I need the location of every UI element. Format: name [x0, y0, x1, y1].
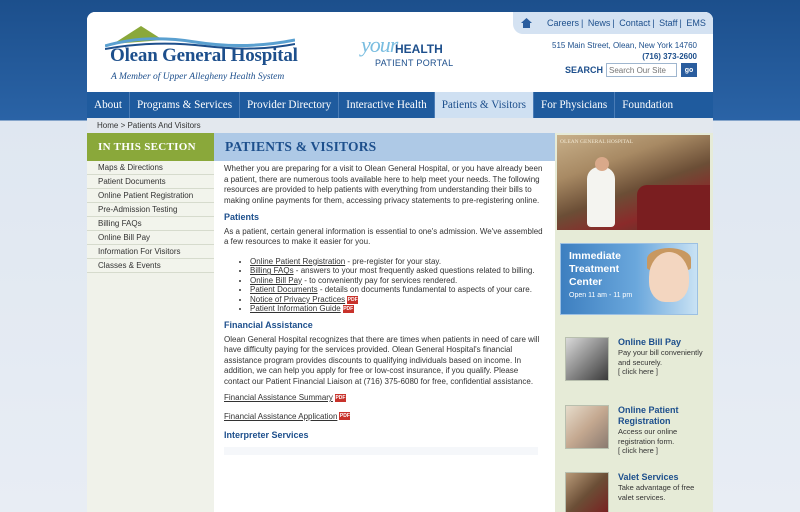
list-item: Online Bill Pay - to conveniently pay fo…: [250, 276, 545, 286]
sidebar-item-online-registration[interactable]: Online Patient Registration: [87, 189, 214, 203]
click-here-link[interactable]: [ click here ]: [618, 446, 658, 455]
news-link[interactable]: News: [588, 18, 611, 28]
search-input[interactable]: [606, 63, 677, 77]
valet-thumbnail: [565, 472, 609, 512]
nav-patients-visitors[interactable]: Patients & Visitors: [434, 92, 534, 118]
sidebar-item-billing-faqs[interactable]: Billing FAQs: [87, 217, 214, 231]
photo-sign-text: OLEAN GENERAL HOSPITAL: [560, 139, 633, 145]
ems-link[interactable]: EMS: [686, 18, 706, 28]
fa-summary-row: Financial Assistance Summary PDF: [224, 393, 545, 404]
utility-links: Careers | News | Contact | Staff | EMS: [547, 18, 706, 28]
pdf-icon[interactable]: PDF: [339, 412, 351, 421]
patient-documents-link[interactable]: Patient Documents: [250, 285, 318, 294]
list-item: Patient Information GuidePDF: [250, 304, 545, 314]
receptionist-thumbnail: [565, 405, 609, 449]
search-label: SEARCH: [564, 65, 603, 75]
promo-text: Take advantage of free valet services.: [618, 483, 695, 502]
interpreter-box: [224, 446, 538, 455]
hospital-entrance-photo: OLEAN GENERAL HOSPITAL: [557, 135, 710, 230]
patients-paragraph: As a patient, certain general informatio…: [224, 226, 543, 247]
list-item: Billing FAQs - answers to your most freq…: [250, 266, 545, 276]
keyboard-thumbnail: [565, 337, 609, 381]
main-content: PATIENTS & VISITORS Whether you are prep…: [214, 133, 555, 512]
nav-foundation[interactable]: Foundation: [615, 92, 680, 118]
promo-valet[interactable]: Valet Services Take advantage of free va…: [565, 472, 710, 512]
hospital-logo[interactable]: Olean General Hospital A Member of Upper…: [105, 20, 298, 88]
nav-programs-services[interactable]: Programs & Services: [130, 92, 241, 118]
search-go-button[interactable]: go: [681, 63, 697, 77]
nav-interactive-health[interactable]: Interactive Health: [339, 92, 435, 118]
patient-info-guide-link[interactable]: Patient Information Guide: [250, 304, 341, 313]
person-shape: [587, 167, 615, 227]
online-bill-pay-link[interactable]: Online Bill Pay: [250, 276, 302, 285]
promo-title: Online Bill Pay: [618, 337, 682, 347]
sidebar-item-maps[interactable]: Maps & Directions: [87, 161, 214, 175]
right-column: OLEAN GENERAL HOSPITAL Immediate Treatme…: [555, 133, 713, 512]
fa-summary-link[interactable]: Financial Assistance Summary: [224, 393, 333, 402]
street-address: 515 Main Street, Olean, New York 14760: [552, 41, 697, 50]
privacy-practices-link[interactable]: Notice of Privacy Practices: [250, 295, 345, 304]
nav-provider-directory[interactable]: Provider Directory: [240, 92, 340, 118]
pdf-icon[interactable]: PDF: [334, 393, 346, 402]
staff-link[interactable]: Staff: [659, 18, 677, 28]
sidebar-item-classes[interactable]: Classes & Events: [87, 259, 214, 273]
logo-title: Olean General Hospital: [110, 45, 298, 66]
car-shape: [637, 185, 710, 230]
logo-subtitle: A Member of Upper Allegheny Health Syste…: [111, 72, 285, 82]
sidebar-item-pre-admission[interactable]: Pre-Admission Testing: [87, 203, 214, 217]
address-block: 515 Main Street, Olean, New York 14760 (…: [552, 40, 697, 62]
portal-subtitle: PATIENT PORTAL: [375, 58, 454, 68]
main-nav: About Programs & Services Provider Direc…: [87, 92, 713, 118]
site-header: Olean General Hospital A Member of Upper…: [87, 12, 713, 92]
portal-your-text: your: [361, 32, 398, 57]
nav-about[interactable]: About: [87, 92, 130, 118]
list-item: Notice of Privacy PracticesPDF: [250, 295, 545, 305]
child-face-shape: [649, 252, 689, 302]
fa-application-row: Financial Assistance Application PDF: [224, 412, 545, 423]
phone-number: (716) 373-2600: [642, 52, 697, 61]
page-container: Olean General Hospital A Member of Upper…: [87, 12, 713, 512]
pdf-icon[interactable]: PDF: [342, 305, 354, 314]
sidebar-item-patient-documents[interactable]: Patient Documents: [87, 175, 214, 189]
fa-application-link[interactable]: Financial Assistance Application: [224, 412, 337, 421]
sidebar-item-visitors[interactable]: Information For Visitors: [87, 245, 214, 259]
list-item: Patient Documents - details on documents…: [250, 285, 545, 295]
promo-title: Online Patient Registration: [618, 405, 679, 426]
promo-text: Access our online registration form. [ c…: [618, 427, 678, 456]
online-registration-link[interactable]: Online Patient Registration: [250, 257, 345, 266]
promo-text: Pay your bill conveniently and securely.…: [618, 348, 703, 377]
section-sidebar: IN THIS SECTION Maps & Directions Patien…: [87, 133, 214, 512]
interpreter-heading: Interpreter Services: [224, 430, 309, 441]
list-item: Online Patient Registration - pre-regist…: [250, 257, 545, 267]
careers-link[interactable]: Careers: [547, 18, 579, 28]
home-icon[interactable]: [521, 16, 535, 30]
sidebar-item-bill-pay[interactable]: Online Bill Pay: [87, 231, 214, 245]
promo-title: Valet Services: [618, 472, 679, 482]
sidebar-heading: IN THIS SECTION: [87, 133, 214, 161]
contact-link[interactable]: Contact: [619, 18, 650, 28]
pdf-icon[interactable]: PDF: [347, 295, 359, 304]
financial-assistance-paragraph: Olean General Hospital recognizes that t…: [224, 334, 540, 386]
patient-resources-list: Online Patient Registration - pre-regist…: [224, 257, 545, 315]
itc-hours: Open 11 am - 11 pm: [569, 292, 633, 299]
promo-online-registration[interactable]: Online Patient Registration Access our o…: [565, 405, 710, 465]
utility-bar: Careers | News | Contact | Staff | EMS: [513, 12, 713, 34]
click-here-link[interactable]: [ click here ]: [618, 367, 658, 376]
promo-bill-pay[interactable]: Online Bill Pay Pay your bill convenient…: [565, 337, 710, 397]
financial-assistance-heading: Financial Assistance: [224, 320, 313, 331]
search-form: SEARCH go: [565, 63, 697, 77]
immediate-treatment-banner[interactable]: Immediate Treatment Center Open 11 am - …: [560, 243, 698, 315]
itc-title: Immediate Treatment Center: [569, 250, 621, 288]
patients-heading: Patients: [224, 212, 260, 222]
intro-paragraph: Whether you are preparing for a visit to…: [224, 164, 543, 205]
breadcrumb[interactable]: Home > Patients And Visitors: [87, 118, 713, 133]
person-head-shape: [595, 157, 609, 171]
nav-for-physicians[interactable]: For Physicians: [534, 92, 616, 118]
portal-health-text: HEALTH: [395, 42, 443, 56]
billing-faqs-link[interactable]: Billing FAQs: [250, 266, 294, 275]
page-title: PATIENTS & VISITORS: [214, 133, 555, 161]
patient-portal-link[interactable]: your HEALTH PATIENT PORTAL: [361, 32, 461, 78]
